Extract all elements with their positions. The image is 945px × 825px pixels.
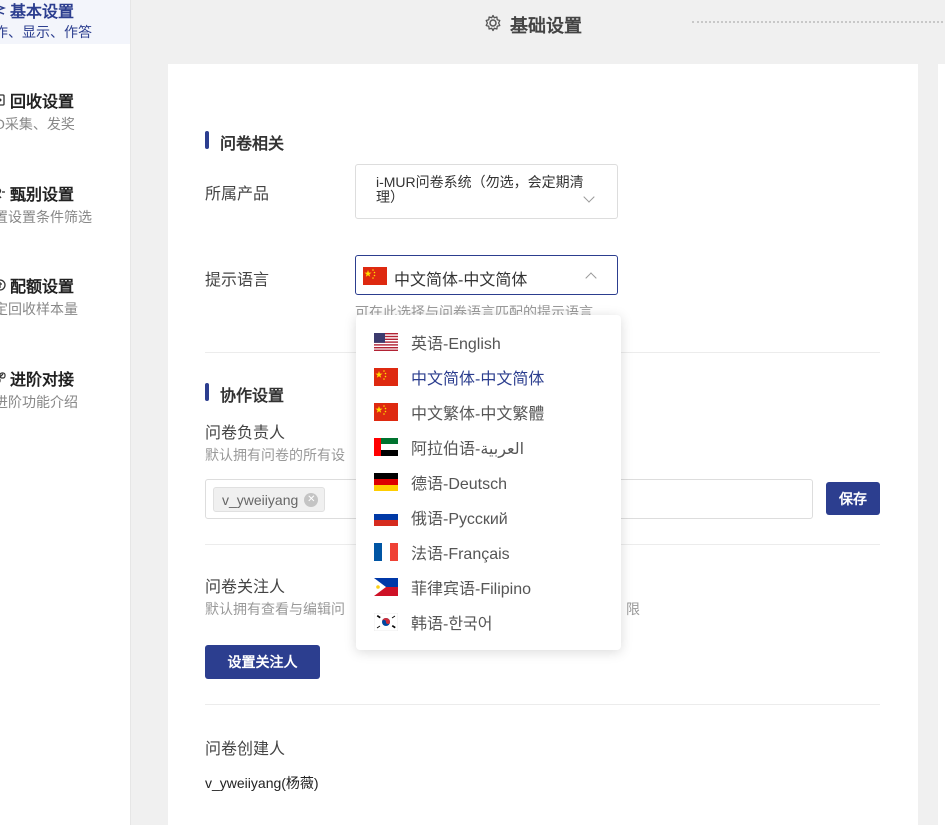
header-divider	[692, 21, 945, 23]
option-label: 俄语-Русский	[411, 510, 508, 528]
sidebar-item-sublabel: 定回收样本量	[0, 301, 78, 317]
sidebar-item-quota-settings[interactable]: 配额设置 定回收样本量	[0, 271, 130, 333]
language-option-korean[interactable]: 韩语-한국어	[356, 604, 621, 639]
owner-helper: 默认拥有问卷的所有设	[205, 447, 345, 463]
language-dropdown: 英语-English 中文简体-中文简体 中文繁体-中文繁體 阿拉伯语-العر…	[356, 315, 621, 650]
option-label: 阿拉伯语-العربية	[411, 440, 525, 458]
language-option-english[interactable]: 英语-English	[356, 324, 621, 359]
fr-flag-icon	[374, 542, 398, 561]
language-option-russian[interactable]: 俄语-Русский	[356, 499, 621, 534]
cn-flag-icon	[363, 267, 387, 285]
quota-icon	[0, 278, 6, 292]
sidebar-item-sublabel: O采集、发奖	[0, 116, 75, 132]
sidebar-item-advanced[interactable]: 进阶对接 进阶功能介绍	[0, 364, 130, 426]
language-option-traditional-chinese[interactable]: 中文繁体-中文繁體	[356, 394, 621, 429]
kr-flag-icon	[373, 612, 399, 631]
close-icon[interactable]: ✕	[304, 492, 319, 507]
collect-icon	[0, 93, 6, 107]
save-button[interactable]: 保存	[826, 482, 880, 515]
cn-flag-icon	[374, 367, 398, 386]
owner-tag: v_yweiiyang ✕	[213, 487, 326, 512]
sidebar-item-sublabel: 进阶功能介绍	[0, 394, 78, 410]
section-title-survey: 问卷相关	[205, 130, 284, 154]
divider	[205, 704, 880, 705]
language-helper: 可在此选择与问卷语言匹配的提示语言	[355, 304, 593, 315]
sidebar-item-basic-settings[interactable]: 基本设置 作、显示、作答	[0, 0, 130, 44]
language-select-value: 中文简体-中文简体	[394, 272, 528, 289]
watcher-helper: 默认拥有查看与编辑问	[205, 601, 345, 617]
sliders-icon	[0, 3, 6, 17]
ru-flag-icon	[374, 507, 398, 526]
language-option-filipino[interactable]: 菲律宾语-Filipino	[356, 569, 621, 604]
right-panel	[938, 64, 945, 825]
language-option-german[interactable]: 德语-Deutsch	[356, 464, 621, 499]
set-watcher-button[interactable]: 设置关注人	[205, 645, 320, 679]
section-title-collab: 协作设置	[205, 382, 284, 406]
creator-value: v_yweiiyang(杨薇)	[205, 775, 319, 791]
option-label: 法语-Français	[411, 545, 510, 563]
creator-label: 问卷创建人	[205, 741, 286, 758]
language-select[interactable]: 中文简体-中文简体	[355, 255, 618, 295]
option-label: 中文繁体-中文繁體	[411, 405, 545, 423]
page-header: 基础设置	[131, 0, 945, 48]
cn-flag-icon	[374, 402, 398, 421]
language-label: 提示语言	[205, 272, 270, 289]
sidebar-item-label: 甄别设置	[10, 187, 75, 204]
sidebar-item-screen-settings[interactable]: 甄别设置 置设置条件筛选	[0, 179, 130, 241]
filter-icon	[0, 186, 6, 200]
product-label: 所属产品	[205, 186, 270, 203]
watcher-label: 问卷关注人	[205, 579, 286, 596]
page-title-text: 基础设置	[510, 16, 582, 36]
sidebar-item-label: 进阶对接	[10, 372, 75, 389]
ph-flag-icon	[374, 577, 398, 596]
sidebar-item-label: 基本设置	[10, 4, 75, 21]
sidebar-item-sublabel: 置设置条件筛选	[0, 209, 92, 225]
product-select-value: i-MUR问卷系统（勿选，会定期清理）	[376, 174, 584, 205]
option-label: 英语-English	[411, 335, 501, 353]
option-label: 德语-Deutsch	[411, 475, 508, 493]
page-title: 基础设置	[484, 12, 582, 38]
sidebar-item-collect-settings[interactable]: 回收设置 O采集、发奖	[0, 86, 130, 148]
option-label: 中文简体-中文简体	[411, 370, 545, 388]
watcher-helper-tail: 限	[626, 601, 640, 617]
chevron-up-icon	[585, 272, 597, 284]
ae-flag-icon	[374, 437, 398, 456]
sidebar-item-label: 回收设置	[10, 94, 75, 111]
sidebar: 基本设置 作、显示、作答 回收设置 O采集、发奖 甄别设置 置设置条件筛选 配额…	[0, 0, 131, 825]
option-label: 韩语-한국어	[411, 615, 493, 633]
product-select[interactable]: i-MUR问卷系统（勿选，会定期清理）	[355, 164, 618, 219]
owner-tag-label: v_yweiiyang	[222, 491, 299, 508]
language-option-arabic[interactable]: 阿拉伯语-العربية	[356, 429, 621, 464]
us-flag-icon	[374, 332, 398, 351]
gear-icon	[484, 14, 502, 37]
link-icon	[0, 371, 6, 385]
sidebar-item-label: 配额设置	[10, 279, 75, 296]
language-option-simplified-chinese[interactable]: 中文简体-中文简体	[356, 359, 621, 394]
de-flag-icon	[374, 472, 398, 491]
owner-label: 问卷负责人	[205, 425, 286, 442]
option-label: 菲律宾语-Filipino	[411, 580, 532, 598]
language-option-french[interactable]: 法语-Français	[356, 534, 621, 569]
sidebar-item-sublabel: 作、显示、作答	[0, 24, 92, 40]
